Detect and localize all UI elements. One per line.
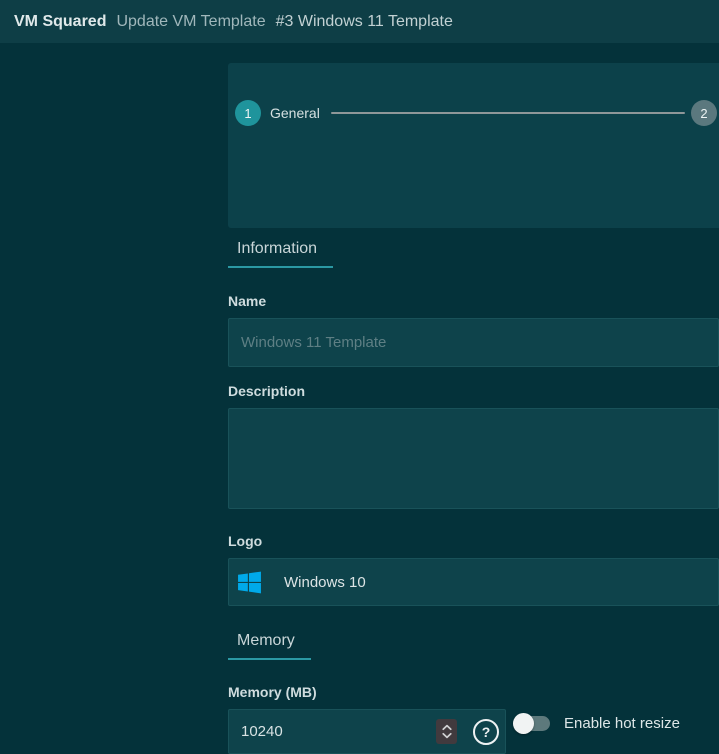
- breadcrumb-context: #3 Windows 11 Template: [276, 13, 453, 31]
- wizard-card: 1 General 2: [228, 63, 719, 228]
- memory-field-area: Memory (MB) ? Enable hot resize: [228, 684, 719, 754]
- step-1-indicator[interactable]: 1: [235, 100, 261, 126]
- hot-resize-toggle[interactable]: [513, 716, 550, 731]
- top-header-bar: VM Squared Update VM Template #3 Windows…: [0, 0, 719, 43]
- step-1-label: General: [270, 105, 320, 121]
- help-icon-glyph: ?: [482, 724, 491, 740]
- form-content: 1 General 2 Information Name Description…: [228, 63, 719, 754]
- toggle-knob: [513, 713, 534, 734]
- logo-select[interactable]: Windows 10: [228, 558, 719, 606]
- logo-field-label: Logo: [228, 533, 719, 549]
- help-icon[interactable]: ?: [473, 719, 499, 745]
- description-field-label: Description: [228, 383, 719, 399]
- section-heading-memory: Memory: [228, 630, 311, 660]
- wizard-stepper: 1 General 2: [235, 100, 719, 126]
- step-1-number: 1: [244, 106, 251, 121]
- memory-mb-input-wrap: ?: [228, 709, 506, 754]
- stepper-connector-line: [331, 112, 685, 114]
- windows-logo-icon: [237, 570, 262, 595]
- memory-mb-input[interactable]: [229, 710, 505, 753]
- step-2-number: 2: [700, 106, 707, 121]
- hot-resize-toggle-group: Enable hot resize: [513, 715, 680, 732]
- name-input[interactable]: [228, 318, 719, 367]
- memory-mb-label: Memory (MB): [228, 684, 719, 700]
- step-2-indicator[interactable]: 2: [691, 100, 717, 126]
- hot-resize-label: Enable hot resize: [564, 715, 680, 732]
- section-heading-information: Information: [228, 238, 333, 268]
- app-brand: VM Squared: [14, 13, 106, 31]
- description-textarea[interactable]: [228, 408, 719, 509]
- number-stepper-icon[interactable]: [436, 719, 457, 744]
- logo-selected-value: Windows 10: [284, 574, 366, 591]
- page-title: Update VM Template: [116, 13, 265, 31]
- name-field-label: Name: [228, 293, 719, 309]
